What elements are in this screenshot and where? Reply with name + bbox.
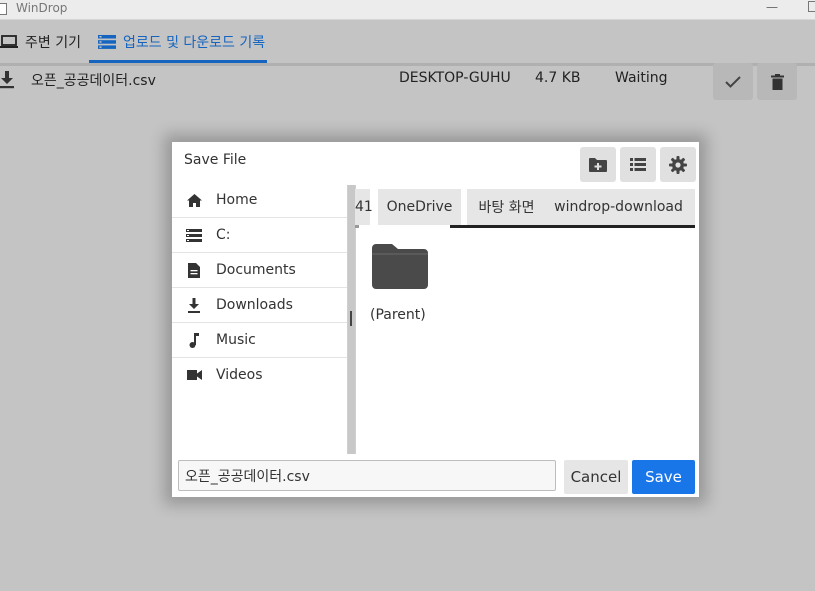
app-icon <box>0 3 7 15</box>
sidebar-item-c-drive[interactable]: C: <box>172 218 348 253</box>
document-icon <box>186 262 202 278</box>
settings-button[interactable] <box>660 147 696 182</box>
tab-nearby-devices[interactable]: 주변 기기 <box>0 20 81 63</box>
transfer-filename: 오픈_공공데이터.csv <box>31 73 156 89</box>
maximize-button[interactable] <box>808 1 815 12</box>
check-icon <box>725 75 741 88</box>
sidebar-item-music[interactable]: Music <box>172 323 348 358</box>
folder-item-parent[interactable] <box>371 243 429 293</box>
breadcrumb-item[interactable]: OneDrive <box>378 189 461 225</box>
music-icon <box>186 332 202 348</box>
gear-icon <box>669 155 687 174</box>
breadcrumb-scroll-thumb <box>355 225 359 228</box>
list-view-button[interactable] <box>620 147 656 182</box>
folder-icon <box>372 244 428 289</box>
download-icon <box>0 71 14 89</box>
trash-icon <box>770 73 784 90</box>
video-icon <box>186 370 202 380</box>
places-sidebar: Home C: Documents Downloads Music Videos <box>172 183 348 392</box>
new-folder-icon <box>589 158 607 172</box>
storage-list-icon <box>98 34 116 49</box>
list-view-icon <box>630 158 646 171</box>
drive-icon <box>186 228 202 242</box>
breadcrumb-item[interactable]: 41 <box>355 189 373 225</box>
tab-transfer-history[interactable]: 업로드 및 다운로드 기록 <box>98 20 265 63</box>
sidebar-item-videos[interactable]: Videos <box>172 358 348 392</box>
delete-button[interactable] <box>757 63 797 100</box>
title-bar: WinDrop — <box>0 0 815 20</box>
transfer-row: 오픈_공공데이터.csv DESKTOP-GUHU 4.7 KB Waiting <box>0 63 815 100</box>
window-title: WinDrop <box>16 1 68 15</box>
sidebar-item-label: Videos <box>216 367 263 383</box>
sidebar-item-documents[interactable]: Documents <box>172 253 348 288</box>
sidebar-item-label: Music <box>216 332 256 348</box>
active-tab-indicator <box>89 60 267 63</box>
new-folder-button[interactable] <box>580 147 616 182</box>
tab-transfer-history-label: 업로드 및 다운로드 기록 <box>123 34 266 51</box>
home-icon <box>186 193 202 207</box>
cancel-button[interactable]: Cancel <box>564 460 628 494</box>
breadcrumb-item-current[interactable]: windrop-download <box>541 189 695 225</box>
breadcrumb: 41 OneDrive 바탕 화면 windrop-download <box>355 189 695 228</box>
sidebar-item-downloads[interactable]: Downloads <box>172 288 348 323</box>
sidebar-item-label: C: <box>216 227 231 243</box>
breadcrumb-item[interactable]: 바탕 화면 <box>467 189 546 225</box>
transfer-status: Waiting <box>615 70 668 86</box>
minimize-button[interactable]: — <box>764 0 780 14</box>
pane-resize-handle[interactable] <box>350 311 352 326</box>
sidebar-item-label: Downloads <box>216 297 293 313</box>
laptop-icon <box>0 34 18 48</box>
dialog-title: Save File <box>184 152 247 168</box>
sidebar-item-home[interactable]: Home <box>172 183 348 218</box>
accept-button[interactable] <box>713 63 753 100</box>
folder-item-label: (Parent) <box>370 307 426 323</box>
download-icon <box>186 297 202 313</box>
save-file-dialog: Save File Home C: Documents Downloads Mu… <box>172 142 699 497</box>
sidebar-item-label: Documents <box>216 262 296 278</box>
save-button[interactable]: Save <box>632 460 695 494</box>
filename-field[interactable] <box>178 460 556 491</box>
breadcrumb-scroll-indicator <box>450 225 695 228</box>
sidebar-item-label: Home <box>216 192 258 208</box>
transfer-size: 4.7 KB <box>535 70 581 86</box>
tab-nearby-devices-label: 주변 기기 <box>25 34 81 51</box>
tab-bar: 주변 기기 업로드 및 다운로드 기록 <box>0 20 815 66</box>
transfer-device: DESKTOP-GUHU <box>399 70 511 86</box>
